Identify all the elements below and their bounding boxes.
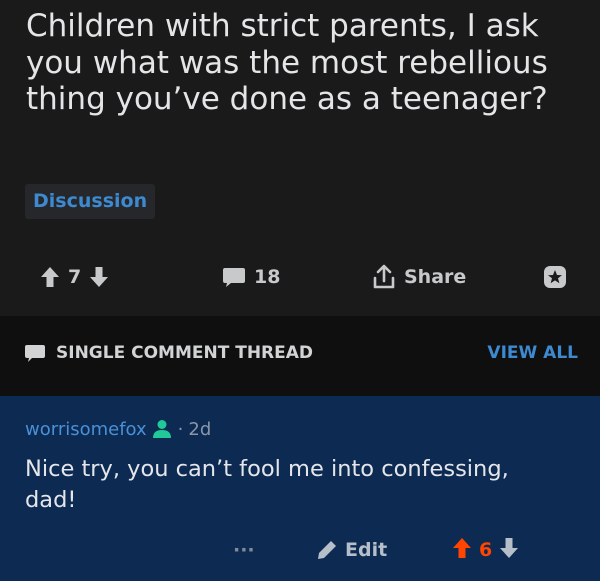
thread-label: SINGLE COMMENT THREAD	[56, 343, 314, 363]
arrow-down-icon	[500, 537, 519, 558]
meta-separator: ·	[177, 418, 184, 440]
page: Children with strict parents, I ask you …	[0, 0, 600, 581]
upvote-button[interactable]	[452, 537, 472, 564]
comments-button[interactable]: 18	[222, 255, 280, 299]
arrow-up-icon	[41, 267, 59, 287]
share-button[interactable]: Share	[372, 255, 466, 299]
edit-label: Edit	[345, 539, 388, 561]
award-icon	[544, 266, 566, 288]
upvote-button[interactable]	[40, 266, 60, 288]
post-title[interactable]: Children with strict parents, I ask you …	[26, 8, 586, 118]
award-button[interactable]	[542, 255, 568, 299]
arrow-up-icon	[453, 537, 471, 558]
comment-vote-count: 6	[479, 539, 493, 561]
arrow-down-icon	[90, 267, 109, 287]
user-icon	[152, 420, 171, 438]
share-icon	[373, 264, 395, 289]
single-comment-thread-header: SINGLE COMMENT THREAD	[24, 343, 313, 363]
comment-author[interactable]: worrisomefox	[25, 419, 147, 440]
post-vote-controls: 7	[40, 255, 109, 299]
comment-meta: worrisomefox · 2d	[25, 418, 211, 440]
post: Children with strict parents, I ask you …	[0, 0, 600, 316]
comment-body: Nice try, you can’t fool me into confess…	[25, 456, 509, 513]
edit-button[interactable]: Edit	[316, 534, 387, 566]
thread-bar: SINGLE COMMENT THREAD VIEW ALL	[0, 316, 600, 396]
comment-vote-controls: 6	[452, 534, 519, 566]
share-label: Share	[404, 266, 467, 288]
pencil-icon	[318, 541, 336, 559]
speech-bubble-icon	[25, 345, 45, 362]
more-options-button[interactable]: ···	[233, 534, 255, 566]
view-all-button[interactable]: VIEW ALL	[487, 343, 578, 363]
post-flair[interactable]: Discussion	[25, 184, 156, 219]
comment-action-bar: ··· Edit 6	[0, 534, 600, 566]
comment-age: 2d	[188, 418, 212, 440]
post-vote-count: 7	[68, 266, 82, 288]
post-action-bar: 7 18 Share	[0, 255, 600, 299]
speech-bubble-icon	[223, 268, 245, 287]
comment-count: 18	[254, 266, 281, 288]
downvote-button[interactable]	[89, 266, 109, 288]
comment: worrisomefox · 2d Nice try, you can’t fo…	[0, 396, 600, 581]
downvote-button[interactable]	[499, 537, 519, 564]
